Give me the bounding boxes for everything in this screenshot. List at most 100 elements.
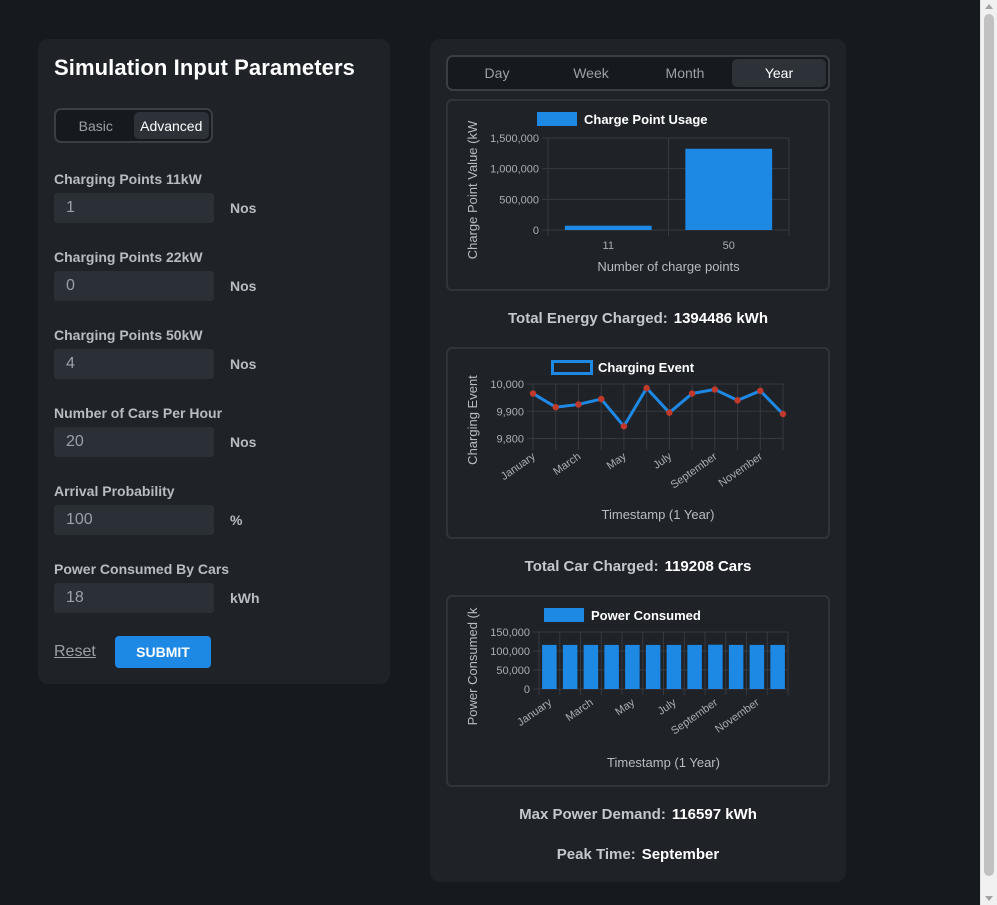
charging-points-22kw-input[interactable]: 0 xyxy=(54,271,214,301)
scroll-up-arrow-icon[interactable] xyxy=(985,4,993,9)
legend-label: Power Consumed xyxy=(591,608,701,623)
period-tabs: Day Week Month Year xyxy=(446,55,830,91)
data-point xyxy=(620,423,628,430)
field-unit: Nos xyxy=(230,200,257,216)
x-tick-label: March xyxy=(551,451,583,478)
legend-swatch xyxy=(537,112,577,126)
field-unit: Nos xyxy=(230,356,257,372)
x-tick-label: July xyxy=(651,450,674,471)
data-point xyxy=(666,409,673,416)
power-consumed-svg: Power Consumed Power Consumed (k Timestamp… xyxy=(465,607,789,770)
data-point xyxy=(552,403,559,411)
x-tick-label: 11 xyxy=(603,240,614,252)
charge-point-usage-svg: Charge Point Usage Charge Point Value (kW… xyxy=(465,112,790,274)
bar xyxy=(708,644,723,689)
results-panel: Day Week Month Year Charge Point Usage Ch… xyxy=(430,39,846,882)
legend-label: Charge Point Usage xyxy=(584,112,708,127)
legend-swatch xyxy=(551,360,593,375)
y-axis-title: Charging Event xyxy=(465,375,480,465)
x-tick-label: November xyxy=(717,450,766,489)
y-tick-label: 50,000 xyxy=(496,665,530,677)
mode-advanced-button[interactable]: Advanced xyxy=(133,112,209,139)
mode-basic-button[interactable]: Basic xyxy=(58,112,134,139)
legend-swatch xyxy=(544,608,584,622)
tab-week[interactable]: Week xyxy=(544,59,638,87)
charging-points-50kw-input[interactable]: 4 xyxy=(54,349,214,379)
field-label: Charging Points 50kW xyxy=(54,327,203,343)
series-line xyxy=(532,385,785,429)
scroll-thumb[interactable] xyxy=(984,14,994,876)
summary-label: Peak Time: xyxy=(556,846,636,863)
y-tick-label: 1,000,000 xyxy=(490,164,539,176)
page-scrollbar[interactable] xyxy=(980,0,997,905)
bar xyxy=(625,644,640,689)
data-point xyxy=(597,395,605,403)
panel-title: Simulation Input Parameters xyxy=(54,55,355,80)
y-tick-label: 500,000 xyxy=(499,194,539,206)
simulation-input-panel: Simulation Input Parameters Basic Advanc… xyxy=(38,39,390,684)
x-tick-label: January xyxy=(515,696,554,729)
tab-year[interactable]: Year xyxy=(732,59,826,87)
bar xyxy=(685,148,773,230)
bar xyxy=(728,644,744,689)
data-point xyxy=(711,386,719,393)
power-consumed-input[interactable]: 18 xyxy=(54,583,214,613)
total-car-summary: Total Car Charged: 119208 Cars xyxy=(430,558,846,575)
submit-button[interactable]: SUBMIT xyxy=(115,636,211,668)
y-tick-label: 150,000 xyxy=(490,627,530,639)
y-tick-label: 9,800 xyxy=(496,434,524,446)
bar xyxy=(687,644,702,689)
data-point xyxy=(688,390,696,397)
x-tick-label: July xyxy=(656,696,679,717)
summary-label: Total Car Charged: xyxy=(524,558,659,575)
y-tick-label: 1,500,000 xyxy=(490,133,539,145)
summary-value: 1394486 kWh xyxy=(673,310,768,327)
charging-event-svg: Charging Event Charging Event Timestamp (1… xyxy=(465,360,787,522)
field-unit: Nos xyxy=(230,434,257,450)
y-tick-label: 100,000 xyxy=(490,646,530,658)
bar xyxy=(645,644,661,689)
tab-month[interactable]: Month xyxy=(638,59,732,87)
data-point xyxy=(575,401,582,408)
x-tick-label: September xyxy=(669,696,720,737)
field-unit: Nos xyxy=(230,278,257,294)
field-charging-points-22kw: Charging Points 22kW 0 Nos xyxy=(54,247,354,301)
x-axis-title: Timestamp (1 Year) xyxy=(607,755,720,770)
max-power-summary: Max Power Demand: 116597 kWh xyxy=(430,806,846,823)
arrival-probability-input[interactable]: 100 xyxy=(54,505,214,535)
data-point xyxy=(757,387,764,395)
x-axis-title: Timestamp (1 Year) xyxy=(602,507,715,522)
total-energy-summary: Total Energy Charged: 1394486 kWh xyxy=(430,310,846,327)
cars-per-hour-input[interactable]: 20 xyxy=(54,427,214,457)
y-tick-label: 10,000 xyxy=(490,379,524,391)
x-tick-label: May xyxy=(613,696,637,718)
x-tick-label: November xyxy=(713,696,762,735)
mode-toggle: Basic Advanced xyxy=(54,108,213,143)
field-label: Power Consumed By Cars xyxy=(54,561,230,577)
field-unit: % xyxy=(230,512,243,528)
field-charging-points-50kw: Charging Points 50kW 4 Nos xyxy=(54,325,354,379)
y-axis-title: Power Consumed (k xyxy=(465,607,480,725)
bar xyxy=(666,644,682,689)
x-tick-label: January xyxy=(499,450,538,483)
y-tick-label: 9,900 xyxy=(496,406,524,418)
field-label: Charging Points 11kW xyxy=(54,171,202,187)
x-tick-label: September xyxy=(669,450,720,491)
tab-day[interactable]: Day xyxy=(450,59,544,87)
field-unit: kWh xyxy=(230,590,260,606)
summary-label: Total Energy Charged: xyxy=(508,310,668,327)
bar xyxy=(564,225,652,230)
summary-value: September xyxy=(641,846,720,863)
scroll-down-arrow-icon[interactable] xyxy=(985,896,993,901)
summary-value: 119208 Cars xyxy=(664,558,752,575)
y-axis-title: Charge Point Value (kW xyxy=(465,120,480,259)
legend-label: Charging Event xyxy=(598,360,695,375)
data-point xyxy=(779,410,787,418)
field-label: Number of Cars Per Hour xyxy=(54,405,223,421)
reset-link[interactable]: Reset xyxy=(54,643,96,661)
peak-time-summary: Peak Time: September xyxy=(430,846,846,863)
power-consumed-chart: Power Consumed Power Consumed (k Timestamp… xyxy=(446,595,830,787)
charging-points-11kw-input[interactable]: 1 xyxy=(54,193,214,223)
bar xyxy=(562,644,578,689)
charging-event-chart: Charging Event Charging Event Timestamp (1… xyxy=(446,347,830,539)
